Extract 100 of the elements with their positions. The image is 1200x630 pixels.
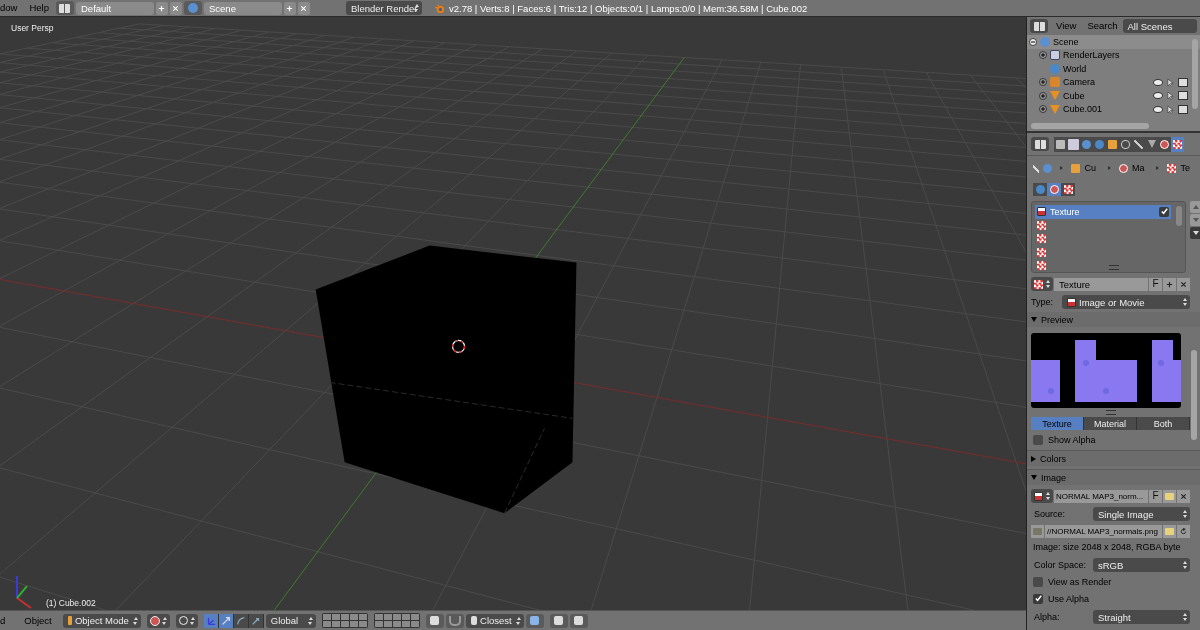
panel-header[interactable]: Preview — [1027, 312, 1200, 327]
file-path-field[interactable]: //NORMAL MAP3_normals.png — [1045, 525, 1162, 538]
tree-item[interactable]: Scene — [1053, 36, 1079, 47]
scene-icon — [1043, 163, 1053, 173]
breadcrumb: Te — [1180, 163, 1190, 173]
texture-slot[interactable]: Texture — [1035, 205, 1171, 219]
separator-icon — [1060, 166, 1064, 170]
texture-tab[interactable] — [1171, 136, 1184, 152]
shading-dropdown[interactable] — [146, 613, 170, 628]
panel-header[interactable]: Colors — [1027, 450, 1200, 466]
separator-icon — [1107, 166, 1111, 170]
field-label: Type: — [1031, 297, 1054, 307]
alpha-mode-dropdown[interactable]: Straight — [1093, 610, 1190, 624]
scene-tab[interactable] — [1080, 136, 1093, 152]
checkbox[interactable] — [1159, 206, 1169, 217]
slot-label: Texture — [1050, 206, 1080, 217]
color-space-dropdown[interactable]: sRGB — [1093, 558, 1190, 572]
resize-grip-icon[interactable] — [1108, 265, 1119, 270]
fake-user-button[interactable]: F — [1149, 277, 1162, 291]
menu-icon[interactable] — [1190, 227, 1200, 239]
menu-item[interactable]: d — [0, 613, 18, 628]
checkbox-label: Show Alpha — [1048, 434, 1096, 445]
object-tab[interactable] — [1106, 136, 1119, 152]
render-engine-dropdown[interactable]: Blender Render — [346, 1, 422, 15]
layer-buttons-icon[interactable] — [373, 613, 420, 628]
preview-tab[interactable]: Material — [1084, 417, 1137, 430]
menu-item[interactable]: dow — [0, 1, 23, 15]
tree-item[interactable]: Cube — [1063, 90, 1085, 101]
close-icon[interactable] — [170, 1, 182, 15]
checkbox[interactable] — [1033, 593, 1043, 604]
preview-tab[interactable]: Texture — [1031, 417, 1084, 430]
menu-item[interactable]: Object — [19, 613, 57, 628]
panel-header[interactable]: Image — [1027, 469, 1200, 485]
display-mode-dropdown[interactable]: All Scenes — [1122, 19, 1197, 33]
menu-item[interactable]: Help — [24, 1, 54, 15]
camera-icon — [1050, 77, 1060, 88]
move-up-icon[interactable] — [1190, 201, 1200, 213]
expand-icon[interactable] — [1031, 455, 1036, 462]
pin-icon[interactable] — [1033, 163, 1040, 173]
tree-item[interactable]: Cube.001 — [1063, 104, 1103, 115]
tree-item[interactable]: World — [1063, 63, 1087, 74]
menu-item[interactable]: Search — [1081, 19, 1121, 33]
checkbox[interactable] — [1033, 434, 1043, 445]
material-tab[interactable] — [1158, 136, 1171, 152]
world-tab[interactable] — [1093, 136, 1106, 152]
collapse-icon[interactable] — [1031, 317, 1037, 322]
texture-icon — [1167, 163, 1177, 173]
image-name-field[interactable]: NORMAL MAP3_norm... — [1054, 489, 1148, 503]
scene-field[interactable]: Scene — [204, 1, 282, 15]
field-label: Source: — [1033, 509, 1067, 519]
collapse-icon[interactable] — [1029, 37, 1037, 46]
pivot-dropdown[interactable] — [175, 613, 198, 628]
close-icon[interactable] — [298, 1, 310, 15]
image-browse-icon[interactable] — [1031, 489, 1053, 503]
menu-item[interactable]: View — [1050, 19, 1080, 33]
layer-buttons-icon[interactable] — [321, 613, 368, 628]
orientation-dropdown[interactable]: Global — [265, 613, 316, 628]
texture-context-button[interactable] — [1061, 183, 1075, 196]
add-icon[interactable] — [1163, 277, 1176, 291]
expand-icon[interactable] — [1039, 51, 1047, 60]
modifiers-tab[interactable] — [1132, 136, 1145, 152]
scrollbar[interactable] — [1031, 123, 1149, 129]
snap-element-dropdown[interactable]: Closest — [465, 613, 524, 628]
layout-field[interactable]: Default — [76, 1, 154, 15]
collapse-icon[interactable] — [1031, 475, 1037, 480]
scrollbar[interactable] — [1192, 39, 1198, 109]
folder-icon[interactable] — [1163, 489, 1176, 503]
checkbox[interactable] — [1033, 576, 1043, 587]
texture-name-field[interactable]: Texture — [1054, 277, 1148, 291]
constraints-tab[interactable] — [1119, 136, 1132, 152]
editor-type-icon[interactable] — [1030, 19, 1048, 33]
expand-icon[interactable] — [1039, 78, 1047, 87]
expand-icon[interactable] — [1039, 105, 1047, 114]
cursor-icon — [451, 339, 466, 354]
tree-item[interactable]: RenderLayers — [1063, 50, 1120, 61]
expand-icon[interactable] — [1039, 91, 1047, 100]
tree-item[interactable]: Camera — [1063, 77, 1095, 88]
editor-type-icon[interactable] — [1031, 137, 1049, 151]
breadcrumb: Cu — [1084, 163, 1096, 173]
reload-icon[interactable] — [1177, 525, 1190, 538]
add-icon[interactable] — [284, 1, 296, 15]
close-icon[interactable] — [1177, 277, 1190, 291]
fake-user-button[interactable]: F — [1149, 489, 1162, 503]
source-dropdown[interactable]: Single Image — [1093, 507, 1190, 521]
scrollbar[interactable] — [1191, 350, 1197, 440]
texture-type-dropdown[interactable]: Image or Movie — [1062, 295, 1190, 309]
texture-browse-icon[interactable] — [1031, 277, 1053, 291]
image-icon — [1037, 207, 1046, 217]
scene-icon — [1040, 36, 1050, 47]
preview-tab[interactable]: Both — [1137, 417, 1190, 430]
world-context-button[interactable] — [1033, 183, 1047, 196]
scrollbar[interactable] — [1176, 206, 1182, 226]
breadcrumb: Ma — [1131, 163, 1145, 173]
screen-layout-icon[interactable] — [56, 1, 74, 15]
mode-dropdown[interactable]: Object Mode — [62, 613, 141, 628]
renderlayers-icon — [1050, 50, 1060, 61]
close-icon[interactable] — [1177, 489, 1190, 503]
magnet-icon[interactable] — [445, 613, 464, 628]
add-icon[interactable] — [156, 1, 168, 15]
resize-grip-icon[interactable] — [1105, 410, 1116, 415]
